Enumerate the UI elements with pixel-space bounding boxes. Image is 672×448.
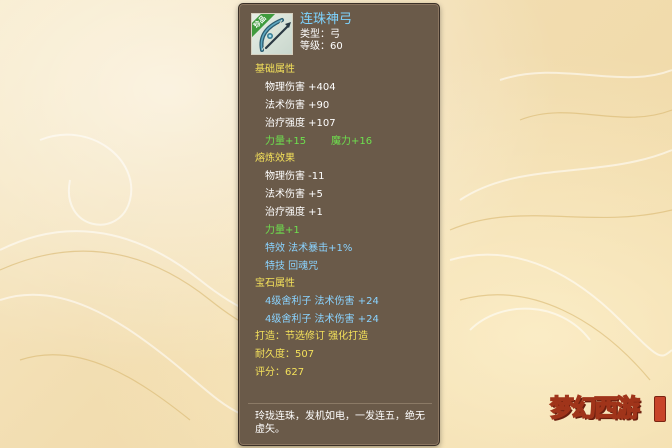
item-level: 等级：60 — [300, 41, 343, 52]
item-icon-frame[interactable]: 珍品 — [251, 13, 293, 55]
refine-strength: 力量+1 — [265, 225, 300, 236]
refine-healing-power: 治疗强度 +1 — [265, 207, 323, 218]
item-tooltip: 珍品 连珠神弓 类型：弓 等级：60 基础属性 物理伤害 +404 法术伤害 +… — [238, 3, 440, 446]
description-divider — [248, 403, 432, 404]
item-name: 连珠神弓 — [300, 12, 353, 27]
durability: 耐久度：507 — [255, 349, 315, 360]
gem-attributes-header: 宝石属性 — [255, 278, 295, 289]
basic-magic-damage: 法术伤害 +90 — [265, 100, 330, 111]
score: 评分：627 — [255, 367, 305, 378]
item-type: 类型：弓 — [300, 29, 340, 40]
gem-line-2: 4级舍利子 法术伤害 +24 — [265, 314, 379, 325]
refine-magic-damage: 法术伤害 +5 — [265, 189, 323, 200]
special-skill: 特技 回魂咒 — [265, 261, 319, 272]
item-description: 玲珑连珠，发机如电，一发连五，绝无虚矢。 — [255, 411, 425, 435]
basic-magic-power: 魔力+16 — [331, 136, 373, 147]
logo-seal-icon — [654, 396, 666, 422]
game-logo-text: 梦幻西游 — [549, 392, 641, 423]
basic-attributes-header: 基础属性 — [255, 64, 295, 75]
game-logo: 梦幻西游 — [546, 382, 670, 442]
basic-physical-damage: 物理伤害 +404 — [265, 82, 336, 93]
basic-strength: 力量+15 — [265, 136, 307, 147]
refine-physical-damage: 物理伤害 -11 — [265, 171, 325, 182]
gem-line-1: 4级舍利子 法术伤害 +24 — [265, 296, 379, 307]
basic-healing-power: 治疗强度 +107 — [265, 118, 336, 129]
forge-info: 打造：节选修订 强化打造 — [255, 331, 369, 342]
special-effect: 特效 法术暴击+1% — [265, 243, 353, 254]
refine-effects-header: 熔炼效果 — [255, 153, 295, 164]
